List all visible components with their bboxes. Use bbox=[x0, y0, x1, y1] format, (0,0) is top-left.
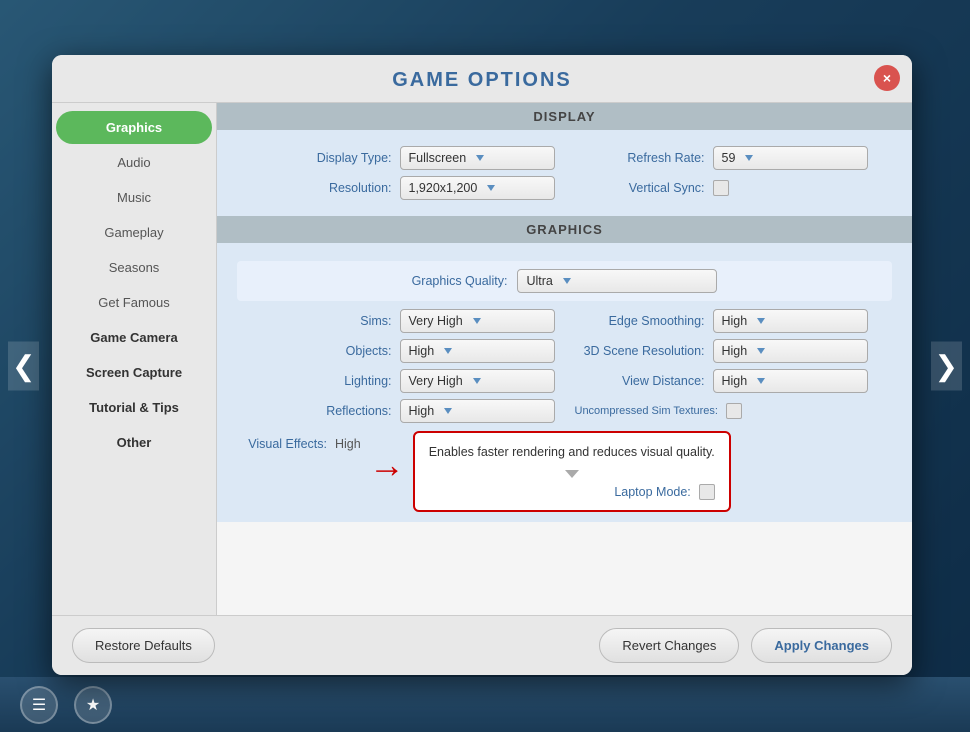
modal-title-bar: Game Options × bbox=[52, 55, 912, 103]
graphics-quality-row: Graphics Quality: Ultra bbox=[237, 261, 892, 301]
close-button[interactable]: × bbox=[874, 65, 900, 91]
laptop-mode-checkbox[interactable] bbox=[699, 484, 715, 500]
display-settings: Display Type: Fullscreen Refresh Rate: 5… bbox=[217, 130, 912, 216]
dropdown-arrow-lighting bbox=[473, 378, 481, 384]
laptop-mode-label: Laptop Mode: bbox=[561, 485, 691, 499]
view-distance-label: View Distance: bbox=[575, 374, 705, 388]
tooltip-text: Enables faster rendering and reduces vis… bbox=[429, 443, 715, 462]
reflections-label: Reflections: bbox=[302, 404, 392, 418]
view-distance-col: View Distance: High bbox=[575, 369, 893, 393]
modal-body: Graphics Audio Music Gameplay Seasons Ge… bbox=[52, 103, 912, 615]
dropdown-arrow-refresh bbox=[745, 155, 753, 161]
resolution-dropdown[interactable]: 1,920x1,200 bbox=[400, 176, 555, 200]
resolution-col: Resolution: 1,920x1,200 bbox=[237, 176, 555, 200]
reflections-dropdown[interactable]: High bbox=[400, 399, 555, 423]
uncompressed-col: Uncompressed Sim Textures: bbox=[575, 403, 893, 419]
tooltip-caret bbox=[429, 470, 715, 478]
graphics-settings: Graphics Quality: Ultra Sims: Very High bbox=[217, 243, 912, 522]
objects-scene-row: Objects: High 3D Scene Resolution: High bbox=[237, 339, 892, 363]
sims-edge-row: Sims: Very High Edge Smoothing: High bbox=[237, 309, 892, 333]
bottom-bar: ☰ ★ bbox=[0, 677, 970, 732]
edge-smoothing-dropdown[interactable]: High bbox=[713, 309, 868, 333]
sidebar-item-audio[interactable]: Audio bbox=[56, 146, 212, 179]
visual-effects-value: High bbox=[335, 437, 361, 451]
scene-res-dropdown[interactable]: High bbox=[713, 339, 868, 363]
lighting-dropdown[interactable]: Very High bbox=[400, 369, 555, 393]
refresh-rate-dropdown[interactable]: 59 bbox=[713, 146, 868, 170]
view-distance-dropdown[interactable]: High bbox=[713, 369, 868, 393]
graphics-section-header: Graphics bbox=[217, 216, 912, 243]
dropdown-arrow-display-type bbox=[476, 155, 484, 161]
display-section-header: Display bbox=[217, 103, 912, 130]
sidebar-item-graphics[interactable]: Graphics bbox=[56, 111, 212, 144]
uncompressed-checkbox[interactable] bbox=[726, 403, 742, 419]
scene-res-label: 3D Scene Resolution: bbox=[575, 344, 705, 358]
sidebar-item-screen-capture[interactable]: Screen Capture bbox=[56, 356, 212, 389]
lighting-col: Lighting: Very High bbox=[237, 369, 555, 393]
refresh-rate-label: Refresh Rate: bbox=[575, 151, 705, 165]
tooltip-laptop-box: Enables faster rendering and reduces vis… bbox=[413, 431, 731, 512]
sidebar-item-seasons[interactable]: Seasons bbox=[56, 251, 212, 284]
scene-res-col: 3D Scene Resolution: High bbox=[575, 339, 893, 363]
settings-content: Display Display Type: Fullscreen Refresh… bbox=[217, 103, 912, 615]
game-options-modal: Game Options × Graphics Audio Music Game… bbox=[52, 55, 912, 675]
objects-label: Objects: bbox=[302, 344, 392, 358]
uncompressed-label: Uncompressed Sim Textures: bbox=[575, 405, 718, 417]
resolution-vsync-row: Resolution: 1,920x1,200 Vertical Sync: bbox=[237, 176, 892, 200]
bottom-icon-1[interactable]: ☰ bbox=[20, 686, 58, 724]
sims-label: Sims: bbox=[302, 314, 392, 328]
lighting-label: Lighting: bbox=[302, 374, 392, 388]
sidebar-item-game-camera[interactable]: Game Camera bbox=[56, 321, 212, 354]
lighting-view-row: Lighting: Very High View Distance: High bbox=[237, 369, 892, 393]
visual-effects-row: Visual Effects: High → Enables faster re… bbox=[237, 431, 892, 512]
dropdown-arrow-quality bbox=[563, 278, 571, 284]
modal-footer: Restore Defaults Revert Changes Apply Ch… bbox=[52, 615, 912, 675]
edge-smoothing-col: Edge Smoothing: High bbox=[575, 309, 893, 333]
graphics-quality-label: Graphics Quality: bbox=[412, 274, 508, 288]
reflections-col: Reflections: High bbox=[237, 399, 555, 423]
bottom-icon-2[interactable]: ★ bbox=[74, 686, 112, 724]
sidebar: Graphics Audio Music Gameplay Seasons Ge… bbox=[52, 103, 217, 615]
dropdown-arrow-view-dist bbox=[757, 378, 765, 384]
sidebar-item-get-famous[interactable]: Get Famous bbox=[56, 286, 212, 319]
visual-effects-label: Visual Effects: bbox=[237, 437, 327, 451]
dropdown-arrow-edge bbox=[757, 318, 765, 324]
dropdown-arrow-objects bbox=[444, 348, 452, 354]
nav-arrow-right[interactable]: ❯ bbox=[931, 342, 962, 391]
visual-effects-left: Visual Effects: High bbox=[237, 431, 361, 451]
vertical-sync-checkbox[interactable] bbox=[713, 180, 729, 196]
dropdown-arrow-scene bbox=[757, 348, 765, 354]
sims-dropdown[interactable]: Very High bbox=[400, 309, 555, 333]
vertical-sync-label: Vertical Sync: bbox=[575, 181, 705, 195]
apply-changes-button[interactable]: Apply Changes bbox=[751, 628, 892, 663]
caret-icon bbox=[565, 470, 579, 478]
dropdown-arrow-reflections bbox=[444, 408, 452, 414]
dropdown-arrow-resolution bbox=[487, 185, 495, 191]
edge-smoothing-label: Edge Smoothing: bbox=[575, 314, 705, 328]
modal-title: Game Options bbox=[392, 69, 572, 91]
resolution-label: Resolution: bbox=[302, 181, 392, 195]
display-type-label: Display Type: bbox=[302, 151, 392, 165]
sidebar-item-gameplay[interactable]: Gameplay bbox=[56, 216, 212, 249]
dropdown-arrow-sims bbox=[473, 318, 481, 324]
restore-defaults-button[interactable]: Restore Defaults bbox=[72, 628, 215, 663]
sidebar-item-music[interactable]: Music bbox=[56, 181, 212, 214]
sidebar-item-tutorial-tips[interactable]: Tutorial & Tips bbox=[56, 391, 212, 424]
laptop-mode-row: Laptop Mode: bbox=[429, 484, 715, 500]
objects-dropdown[interactable]: High bbox=[400, 339, 555, 363]
display-type-dropdown[interactable]: Fullscreen bbox=[400, 146, 555, 170]
vsync-col: Vertical Sync: bbox=[575, 180, 893, 196]
graphics-quality-dropdown[interactable]: Ultra bbox=[517, 269, 717, 293]
display-type-refresh-row: Display Type: Fullscreen Refresh Rate: 5… bbox=[237, 146, 892, 170]
reflections-uncompressed-row: Reflections: High Uncompressed Sim Textu… bbox=[237, 399, 892, 423]
sidebar-item-other[interactable]: Other bbox=[56, 426, 212, 459]
revert-changes-button[interactable]: Revert Changes bbox=[599, 628, 739, 663]
display-type-col: Display Type: Fullscreen bbox=[237, 146, 555, 170]
red-arrow-icon: → bbox=[369, 447, 405, 483]
sims-col: Sims: Very High bbox=[237, 309, 555, 333]
red-arrow-container: → bbox=[369, 431, 405, 483]
objects-col: Objects: High bbox=[237, 339, 555, 363]
nav-arrow-left[interactable]: ❮ bbox=[8, 342, 39, 391]
refresh-rate-col: Refresh Rate: 59 bbox=[575, 146, 893, 170]
